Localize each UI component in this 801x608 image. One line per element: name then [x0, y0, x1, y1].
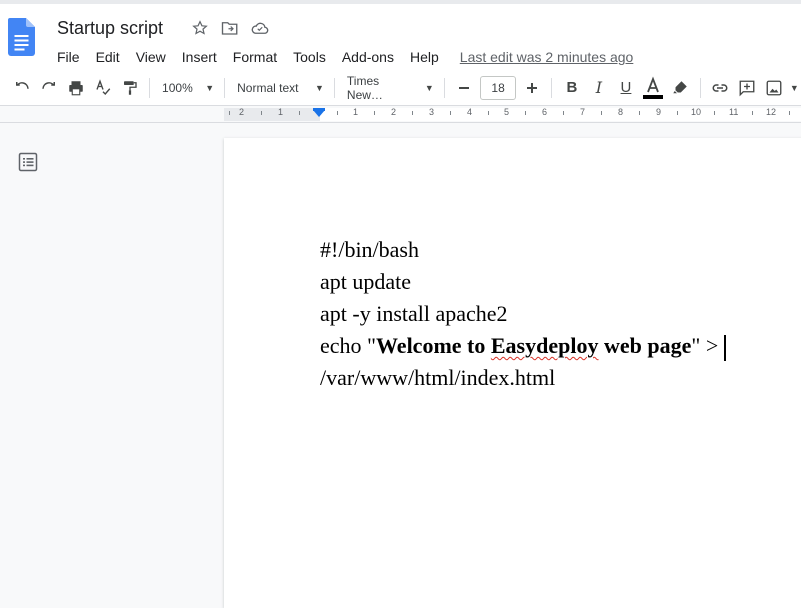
document-line: #!/bin/bash [320, 237, 419, 262]
ruler-label: 3 [429, 107, 435, 117]
ruler-tick [639, 111, 640, 115]
text-run: " > [691, 333, 719, 358]
insert-image-icon[interactable] [761, 74, 788, 102]
left-indent-handle[interactable] [313, 110, 325, 117]
ruler-label: 1 [278, 107, 284, 117]
bold-icon[interactable]: B [558, 74, 585, 102]
ruler-tick [261, 111, 262, 115]
cloud-saved-icon[interactable] [250, 18, 270, 38]
ruler-tick [412, 111, 413, 115]
chevron-down-icon[interactable]: ▼ [788, 74, 801, 102]
toolbar-divider [333, 77, 335, 98]
ruler-label: 2 [239, 107, 245, 117]
ruler-label: 11 [729, 107, 739, 117]
ruler-tick [714, 111, 715, 115]
ruler-tick [488, 111, 489, 115]
chevron-down-icon: ▼ [424, 82, 434, 93]
horizontal-ruler[interactable]: 2 1 1 2 3 4 5 6 7 8 9 10 11 12 [0, 106, 801, 123]
document-line: apt update [320, 269, 412, 294]
style-value: Normal text [237, 80, 299, 95]
ruler-tick [450, 111, 451, 115]
toolbar-divider [149, 77, 151, 98]
increase-font-size-icon[interactable] [518, 74, 545, 102]
menu-help[interactable]: Help [402, 47, 447, 67]
text-cursor [724, 334, 727, 361]
ruler-tick [374, 111, 375, 115]
document-line: echo "Welcome to Easydeploy web page" > [320, 330, 727, 362]
bold-text-run: Welcome to [376, 333, 491, 358]
zoom-value: 100% [162, 80, 193, 95]
menu-edit[interactable]: Edit [88, 47, 128, 67]
document-page[interactable]: #!/bin/bash apt update apt -y install ap… [224, 138, 801, 608]
underline-icon[interactable]: U [612, 74, 639, 102]
menu-file[interactable]: File [49, 47, 88, 67]
spellcheck-icon[interactable] [89, 74, 116, 102]
menu-tools[interactable]: Tools [285, 47, 334, 67]
title-actions [190, 18, 270, 38]
redo-icon[interactable] [35, 74, 62, 102]
chevron-down-icon: ▼ [315, 82, 324, 93]
ruler-label: 5 [504, 107, 510, 117]
document-body[interactable]: #!/bin/bash apt update apt -y install ap… [320, 234, 727, 394]
toolbar-divider [551, 77, 553, 98]
bold-text-run: web page [598, 333, 692, 358]
ruler-label: 7 [580, 107, 586, 117]
ruler-label: 10 [691, 107, 702, 117]
decrease-font-size-icon[interactable] [451, 74, 478, 102]
text-run: echo " [320, 333, 377, 358]
menu-insert[interactable]: Insert [174, 47, 225, 67]
menu-format[interactable]: Format [225, 47, 285, 67]
menu-bar: File Edit View Insert Format Tools Add-o… [49, 47, 633, 67]
ruler-tick [677, 111, 678, 115]
ruler-tick [601, 111, 602, 115]
paint-format-icon[interactable] [116, 74, 143, 102]
ruler-tick [752, 111, 753, 115]
style-select[interactable]: Normal text ▼ [231, 74, 328, 102]
ruler-label: 1 [353, 107, 359, 117]
document-line: apt -y install apache2 [320, 301, 508, 326]
toolbar: 100% ▼ Normal text ▼ Times New… ▼ 18 B I U … [0, 70, 801, 106]
add-comment-icon[interactable] [734, 74, 761, 102]
highlight-icon[interactable] [667, 74, 694, 102]
toolbar-divider [224, 77, 226, 98]
ruler-label: 12 [766, 107, 777, 117]
zoom-select[interactable]: 100% ▼ [156, 74, 218, 102]
chevron-down-icon: ▼ [205, 82, 215, 93]
document-outline-icon[interactable] [18, 152, 38, 172]
ruler-tick [789, 111, 790, 115]
move-folder-icon[interactable] [220, 18, 240, 38]
ruler-tick [229, 111, 230, 115]
ruler-tick [299, 111, 300, 115]
font-select[interactable]: Times New… ▼ [341, 74, 438, 102]
toolbar-divider [699, 77, 701, 98]
font-value: Times New… [346, 73, 383, 102]
document-title[interactable]: Startup script [57, 18, 163, 39]
ruler-label: 9 [656, 107, 662, 117]
title-bar: Startup script File Edit View Insert For… [0, 0, 801, 70]
star-icon[interactable] [190, 18, 210, 38]
ruler-tick [337, 111, 338, 115]
docs-logo-icon[interactable] [8, 18, 35, 56]
insert-link-icon[interactable] [706, 74, 733, 102]
ruler-tick [525, 111, 526, 115]
toolbar-divider [443, 77, 445, 98]
ruler-label: 2 [391, 107, 397, 117]
undo-icon[interactable] [8, 74, 35, 102]
print-icon[interactable] [62, 74, 89, 102]
italic-icon[interactable]: I [585, 74, 612, 102]
ruler-label: 6 [542, 107, 548, 117]
last-edit-link[interactable]: Last edit was 2 minutes ago [460, 49, 634, 65]
ruler-tick [563, 111, 564, 115]
text-color-icon[interactable] [639, 74, 666, 102]
document-line: /var/www/html/index.html [320, 365, 556, 390]
menu-view[interactable]: View [128, 47, 174, 67]
misspelled-word[interactable]: Easydeploy [491, 333, 599, 358]
font-size-input[interactable]: 18 [479, 75, 517, 100]
menu-addons[interactable]: Add-ons [334, 47, 402, 67]
ruler-label: 8 [618, 107, 624, 117]
ruler-label: 4 [467, 107, 473, 117]
